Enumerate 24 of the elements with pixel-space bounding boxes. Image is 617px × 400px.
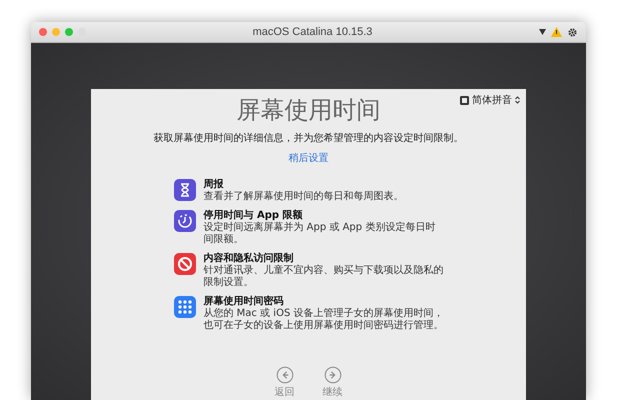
feature-title: 屏幕使用时间密码	[204, 296, 284, 308]
continue-button[interactable]: 继续	[322, 366, 342, 399]
input-source-menu[interactable]: 简体拼音	[460, 93, 520, 107]
page-title: 屏幕使用时间	[236, 95, 380, 125]
feature-title: 停用时间与 App 限额	[204, 210, 304, 222]
feature-title: 内容和隐私访问限制	[204, 253, 294, 264]
feature-description: 从您的 Mac 或 iOS 设备上管理子女的屏幕使用时间，也可在子女的设备上使用屏幕使用时间密码进行管理。	[204, 308, 444, 332]
feature-description: 设定时间远离屏幕并为 App 或 App 类别设定每日时间限额。	[204, 222, 436, 246]
keypad-icon	[174, 296, 196, 318]
set-up-later-link[interactable]: 稍后设置	[288, 151, 328, 165]
back-button[interactable]: 返回	[274, 366, 294, 399]
feature-description: 查看并了解屏幕使用时间的每日和每周图表。	[204, 191, 404, 203]
settings-icon[interactable]	[567, 26, 578, 38]
hourglass-icon	[174, 179, 196, 201]
no-entry-icon	[174, 253, 196, 275]
window-title: macOS Catalina 10.15.3	[252, 26, 374, 38]
warning-icon[interactable]	[551, 27, 562, 37]
feature-description: 针对通讯录、儿童不宜内容、购买与下载项以及隐私的限制设置。	[204, 265, 444, 289]
dropdown-triangle-icon[interactable]	[539, 29, 546, 35]
feature-title: 周报	[204, 179, 224, 190]
keyboard-icon	[460, 96, 469, 104]
subtitle-text: 获取屏幕使用时间的详细信息，并为您希望管理的内容设定时间限制。	[154, 132, 464, 145]
clock-icon	[174, 210, 196, 232]
up-down-chevron-icon	[515, 96, 520, 104]
